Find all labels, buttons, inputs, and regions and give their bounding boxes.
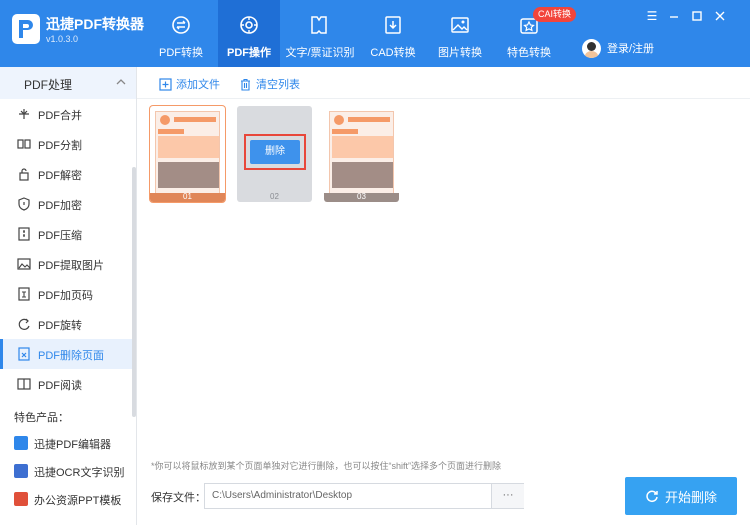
shield-icon (18, 197, 30, 211)
sidebar-item-label: PDF加密 (38, 200, 82, 212)
start-delete-button[interactable]: 开始删除 (625, 477, 737, 515)
app-title: 迅捷PDF转换器 (46, 16, 144, 32)
maximize-icon[interactable] (690, 9, 704, 23)
page-number: 01 (183, 192, 192, 201)
toolbar: 添加文件 清空列表 (137, 67, 750, 99)
page-number-icon (18, 287, 30, 301)
ocr-icon (311, 16, 327, 34)
tab-label: 图片转换 (438, 47, 482, 59)
tab-label: 文字/票证识别 (285, 47, 355, 59)
tab-pdf-operate[interactable]: PDF操作 (218, 0, 280, 67)
sidebar-item-label: PDF合并 (38, 110, 82, 122)
page-thumbnail[interactable]: 03 (324, 106, 399, 202)
sidebar-item-label: PDF解密 (38, 170, 82, 182)
product-label: 迅捷PDF编辑器 (34, 439, 111, 451)
product-ppt[interactable]: 办公资源PPT模板 (0, 485, 132, 513)
delete-page-button[interactable]: 删除 (250, 140, 300, 164)
product-label: 办公资源PPT模板 (34, 495, 122, 507)
save-path-value: C:\Users\Administrator\Desktop (212, 490, 353, 501)
page-thumbnail[interactable]: 01 (150, 106, 225, 202)
featured-title: 特色产品： (14, 412, 69, 424)
ocr-app-icon (14, 464, 28, 478)
pdf-editor-icon (14, 436, 28, 450)
avatar (582, 38, 601, 58)
add-file-label: 添加文件 (176, 79, 220, 91)
minimize-icon[interactable] (667, 9, 681, 23)
sidebar-item-merge[interactable]: PDF合并 (0, 99, 132, 129)
compress-icon (18, 227, 30, 241)
tab-label: CAD转换 (370, 47, 416, 59)
sidebar-item-label: PDF提取图片 (38, 260, 104, 272)
tab-label: PDF转换 (159, 47, 203, 59)
sidebar-item-label: PDF旋转 (38, 320, 82, 332)
tab-label: 特色转换 (507, 47, 551, 59)
delete-page-icon (18, 347, 30, 361)
sidebar-item-delete-page[interactable]: PDF删除页面 (0, 339, 132, 369)
book-icon (17, 378, 31, 390)
page-number: 02 (270, 192, 279, 201)
login-label: 登录/注册 (607, 43, 655, 55)
product-ocr[interactable]: 迅捷OCR文字识别 (0, 457, 132, 485)
cai-badge[interactable]: CAI转换 (533, 7, 577, 22)
sidebar-item-label: PDF加页码 (38, 290, 93, 302)
tab-cad[interactable]: CAD转换 (362, 0, 424, 67)
sidebar-section-header[interactable]: PDF处理 (0, 67, 136, 99)
close-icon[interactable] (713, 9, 727, 23)
add-file-icon (159, 77, 172, 91)
sidebar-item-decrypt[interactable]: PDF解密 (0, 159, 132, 189)
hint-text: *你可以将鼠标放到某个页面单独对它进行删除，也可以按住“shift”选择多个页面… (151, 461, 502, 471)
page-grid: 01 删除 02 03 (138, 100, 750, 440)
save-path-field[interactable]: C:\Users\Administrator\Desktop ··· (204, 483, 524, 509)
tab-image[interactable]: 图片转换 (429, 0, 491, 67)
sidebar-item-label: PDF分割 (38, 140, 82, 152)
page-number: 03 (357, 192, 366, 201)
merge-icon (19, 109, 29, 119)
app-version: v1.0.3.0 (46, 34, 79, 44)
section-title: PDF处理 (24, 78, 73, 92)
browse-button[interactable]: ··· (491, 484, 524, 508)
pdf-convert-icon (172, 16, 190, 34)
page-preview (155, 111, 220, 197)
page-thumbnail[interactable]: 删除 02 (237, 106, 312, 202)
delete-highlight: 删除 (244, 134, 306, 170)
unlock-icon (19, 168, 29, 181)
title-bar: 迅捷PDF转换器 v1.0.3.0 PDF转换 PDF操作 文字/票证识别 CA… (0, 0, 750, 67)
split-icon (17, 139, 31, 149)
start-delete-label: 开始删除 (664, 489, 717, 505)
app-logo (12, 14, 40, 44)
tab-label: PDF操作 (227, 47, 271, 59)
chevron-up-icon (116, 79, 126, 85)
ppt-icon (14, 492, 28, 506)
page-preview (329, 111, 394, 197)
cad-icon (385, 16, 401, 34)
menu-icon[interactable]: ☰ (645, 9, 659, 23)
product-label: 迅捷OCR文字识别 (34, 467, 125, 479)
sidebar: PDF处理 PDF合并 PDF分割 PDF解密 PDF加密 PDF压缩 PDF提… (0, 67, 137, 525)
sidebar-item-label: PDF删除页面 (38, 350, 104, 362)
sidebar-scrollbar[interactable] (132, 167, 136, 417)
clear-list-button[interactable]: 清空列表 (239, 76, 300, 92)
sidebar-item-page-number[interactable]: PDF加页码 (0, 279, 132, 309)
tab-pdf-convert[interactable]: PDF转换 (150, 0, 212, 67)
product-pdf-editor[interactable]: 迅捷PDF编辑器 (0, 429, 132, 457)
trash-icon (241, 78, 250, 91)
image-icon (451, 17, 469, 33)
sidebar-item-encrypt[interactable]: PDF加密 (0, 189, 132, 219)
login-button[interactable]: 登录/注册 (582, 38, 654, 58)
sidebar-item-read[interactable]: PDF阅读 (0, 369, 132, 399)
extract-image-icon (17, 258, 31, 270)
refresh-icon (646, 490, 658, 503)
sidebar-item-label: PDF阅读 (38, 380, 82, 392)
rotate-icon (18, 318, 30, 330)
save-label: 保存文件： (151, 492, 206, 504)
tab-ocr[interactable]: 文字/票证识别 (282, 0, 358, 67)
clear-list-label: 清空列表 (256, 79, 300, 91)
add-file-button[interactable]: 添加文件 (159, 76, 220, 92)
sidebar-item-rotate[interactable]: PDF旋转 (0, 309, 132, 339)
sidebar-item-compress[interactable]: PDF压缩 (0, 219, 132, 249)
sidebar-item-label: PDF压缩 (38, 230, 82, 242)
pdf-operate-icon (240, 16, 258, 34)
sidebar-item-split[interactable]: PDF分割 (0, 129, 132, 159)
sidebar-item-extract-image[interactable]: PDF提取图片 (0, 249, 132, 279)
